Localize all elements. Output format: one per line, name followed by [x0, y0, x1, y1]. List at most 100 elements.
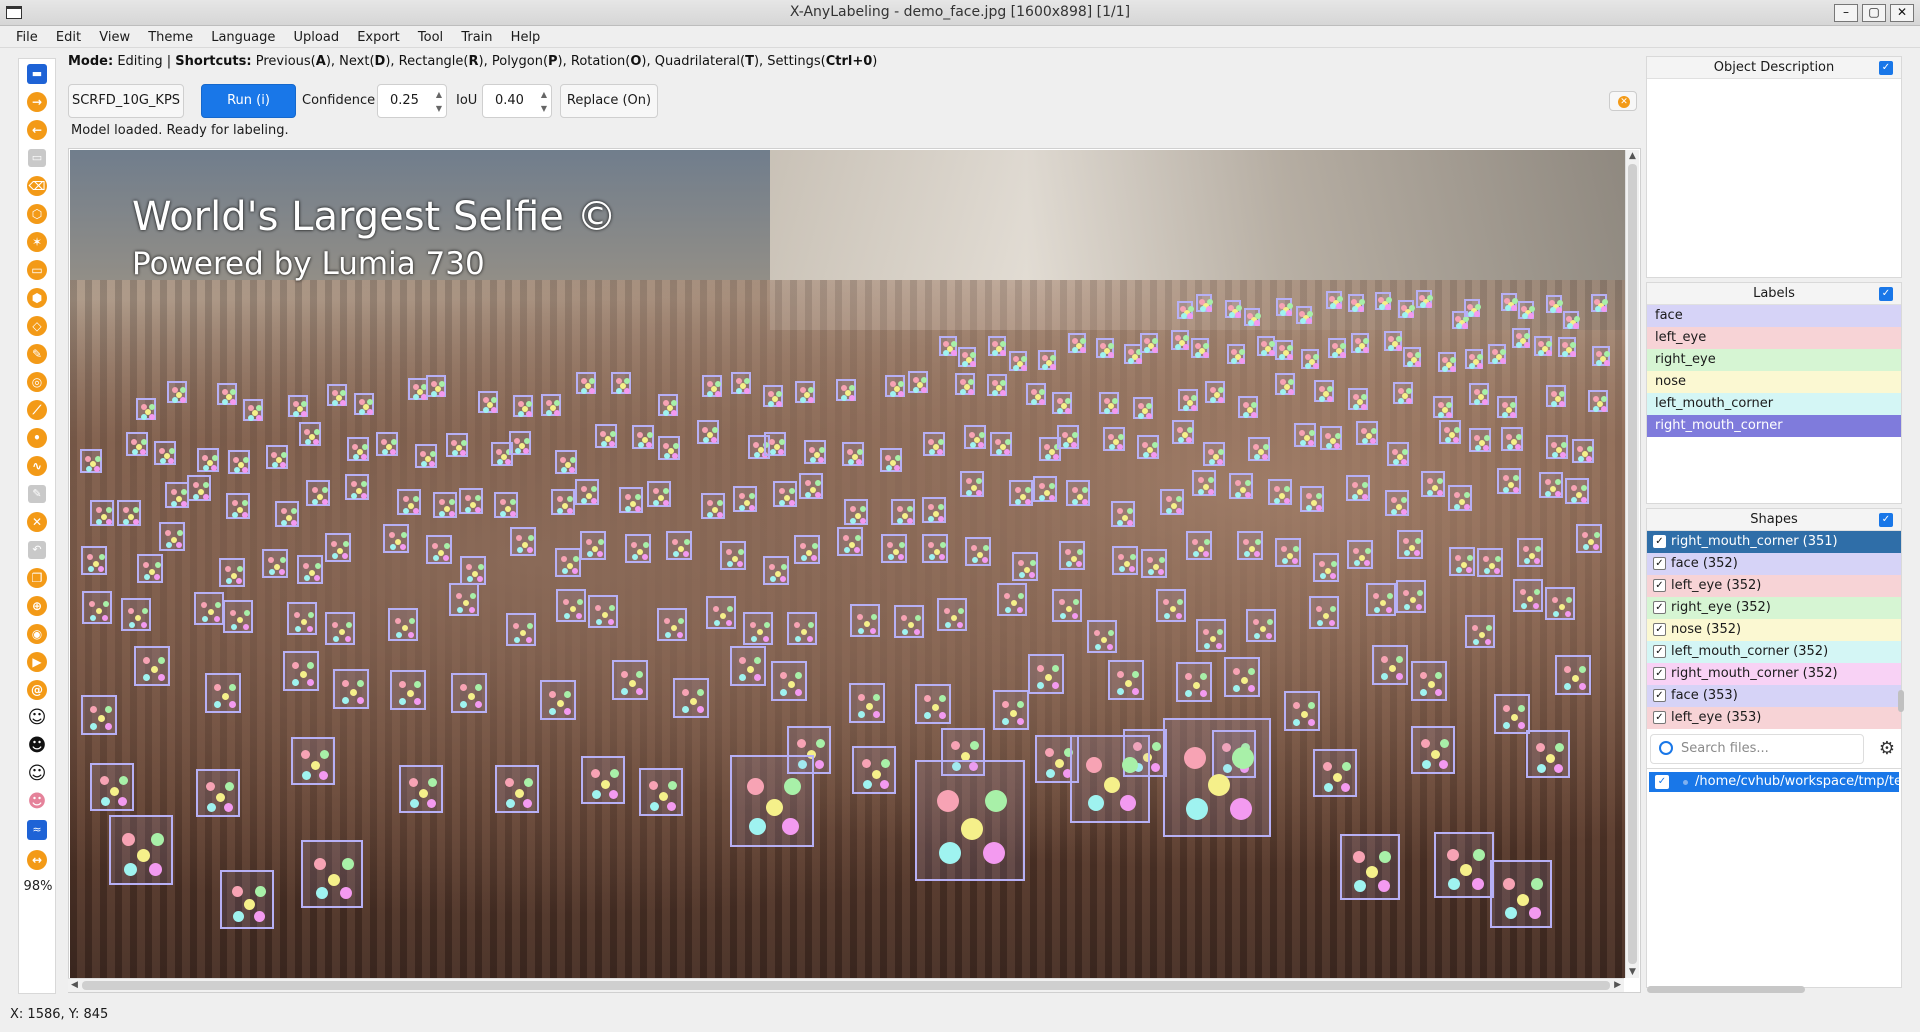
- face-bounding-box[interactable]: [1384, 331, 1402, 351]
- face-keypoint[interactable]: [232, 512, 238, 518]
- face-bounding-box[interactable]: [1501, 293, 1518, 311]
- face-keypoint[interactable]: [301, 750, 310, 759]
- face-keypoint[interactable]: [1500, 358, 1506, 364]
- face-keypoint[interactable]: [1015, 499, 1021, 505]
- face-keypoint[interactable]: [222, 693, 229, 700]
- face-keypoint[interactable]: [304, 575, 310, 581]
- face-bounding-box[interactable]: [1156, 589, 1186, 622]
- face-bounding-box[interactable]: [555, 548, 581, 577]
- face-keypoint[interactable]: [1363, 347, 1369, 353]
- face-keypoint[interactable]: [564, 708, 571, 715]
- face-bounding-box[interactable]: [347, 437, 369, 461]
- face-keypoint[interactable]: [1534, 558, 1540, 564]
- face-bounding-box[interactable]: [595, 424, 617, 448]
- save-tool[interactable]: ▭: [26, 147, 48, 169]
- face-keypoint[interactable]: [749, 493, 755, 499]
- face-keypoint[interactable]: [1426, 302, 1432, 308]
- face-keypoint[interactable]: [678, 618, 684, 624]
- face-keypoint[interactable]: [1050, 364, 1056, 370]
- face-keypoint[interactable]: [789, 500, 795, 506]
- face-bounding-box[interactable]: [1469, 428, 1491, 452]
- face-bounding-box[interactable]: [1301, 349, 1319, 369]
- face-bounding-box[interactable]: [937, 598, 967, 631]
- face-keypoint[interactable]: [789, 488, 795, 494]
- face-keypoint[interactable]: [322, 499, 328, 505]
- face-keypoint[interactable]: [1138, 413, 1144, 419]
- face-keypoint[interactable]: [1117, 444, 1123, 450]
- face-bounding-box[interactable]: [388, 608, 418, 641]
- face-keypoint[interactable]: [1184, 747, 1206, 769]
- face-bounding-box[interactable]: [1546, 295, 1563, 313]
- face-keypoint[interactable]: [123, 519, 129, 525]
- face-keypoint[interactable]: [1039, 495, 1045, 501]
- face-keypoint[interactable]: [597, 551, 603, 557]
- face-keypoint[interactable]: [292, 679, 299, 686]
- face-bounding-box[interactable]: [1284, 691, 1320, 731]
- spin-up-icon[interactable]: ▲: [541, 90, 547, 100]
- face-keypoint[interactable]: [1254, 454, 1260, 460]
- face-keypoint[interactable]: [849, 395, 855, 401]
- face-bounding-box[interactable]: [619, 487, 643, 513]
- face-bounding-box[interactable]: [701, 493, 725, 519]
- shape-item[interactable]: ✓ left_mouth_corner (352): [1647, 641, 1901, 663]
- face-bounding-box[interactable]: [1539, 472, 1563, 498]
- face-keypoint[interactable]: [469, 607, 475, 613]
- face-keypoint[interactable]: [970, 741, 979, 750]
- face-keypoint[interactable]: [1176, 508, 1182, 514]
- face-keypoint[interactable]: [409, 778, 418, 787]
- face-keypoint[interactable]: [1403, 538, 1409, 544]
- face-keypoint[interactable]: [1255, 539, 1261, 545]
- face-keypoint[interactable]: [395, 618, 401, 624]
- face-keypoint[interactable]: [1333, 773, 1342, 782]
- face-keypoint[interactable]: [754, 452, 760, 458]
- face-keypoint[interactable]: [1031, 399, 1037, 405]
- face-keypoint[interactable]: [739, 493, 745, 499]
- face-keypoint[interactable]: [770, 449, 776, 455]
- shape-item[interactable]: ✓ right_eye (352): [1647, 597, 1901, 619]
- face-keypoint[interactable]: [1520, 589, 1526, 595]
- face-keypoint[interactable]: [524, 778, 533, 787]
- face-keypoint[interactable]: [497, 459, 503, 465]
- face-bounding-box[interactable]: [733, 486, 757, 512]
- face-keypoint[interactable]: [1596, 360, 1602, 366]
- face-keypoint[interactable]: [149, 863, 162, 876]
- face-keypoint[interactable]: [1217, 629, 1223, 635]
- face-keypoint[interactable]: [794, 622, 800, 628]
- face-keypoint[interactable]: [399, 681, 406, 688]
- face-keypoint[interactable]: [193, 482, 199, 488]
- face-keypoint[interactable]: [467, 576, 473, 582]
- face-bounding-box[interactable]: [555, 450, 577, 474]
- face-keypoint[interactable]: [1454, 427, 1460, 433]
- face-keypoint[interactable]: [343, 541, 349, 547]
- face-bounding-box[interactable]: [880, 448, 902, 472]
- face-keypoint[interactable]: [664, 453, 670, 459]
- cube-tool[interactable]: ⬢: [26, 287, 48, 309]
- face-keypoint[interactable]: [143, 674, 150, 681]
- face-keypoint[interactable]: [609, 441, 615, 447]
- face-keypoint[interactable]: [333, 636, 339, 642]
- face-keypoint[interactable]: [1209, 459, 1215, 465]
- face-keypoint[interactable]: [1185, 690, 1192, 697]
- face-keypoint[interactable]: [1386, 607, 1392, 613]
- face-keypoint[interactable]: [888, 554, 894, 560]
- face-keypoint[interactable]: [649, 781, 658, 790]
- face-bounding-box[interactable]: [939, 336, 957, 356]
- face-bounding-box[interactable]: [297, 555, 323, 584]
- face-keypoint[interactable]: [311, 761, 320, 770]
- face-bounding-box[interactable]: [287, 602, 317, 635]
- face-keypoint[interactable]: [1021, 365, 1027, 371]
- face-keypoint[interactable]: [419, 789, 428, 798]
- face-keypoint[interactable]: [88, 566, 94, 572]
- face-bounding-box[interactable]: [446, 433, 468, 457]
- face-keypoint[interactable]: [281, 508, 287, 514]
- face-keypoint[interactable]: [631, 542, 637, 548]
- face-keypoint[interactable]: [1037, 665, 1044, 672]
- face-keypoint[interactable]: [357, 680, 364, 687]
- face-keypoint[interactable]: [439, 511, 445, 517]
- open-folder-tool[interactable]: ▬: [26, 63, 48, 85]
- face-keypoint[interactable]: [1210, 397, 1216, 403]
- face-bounding-box[interactable]: [1276, 298, 1293, 316]
- face-keypoint[interactable]: [932, 704, 939, 711]
- face-keypoint[interactable]: [951, 741, 960, 750]
- face-bounding-box[interactable]: [1033, 476, 1057, 502]
